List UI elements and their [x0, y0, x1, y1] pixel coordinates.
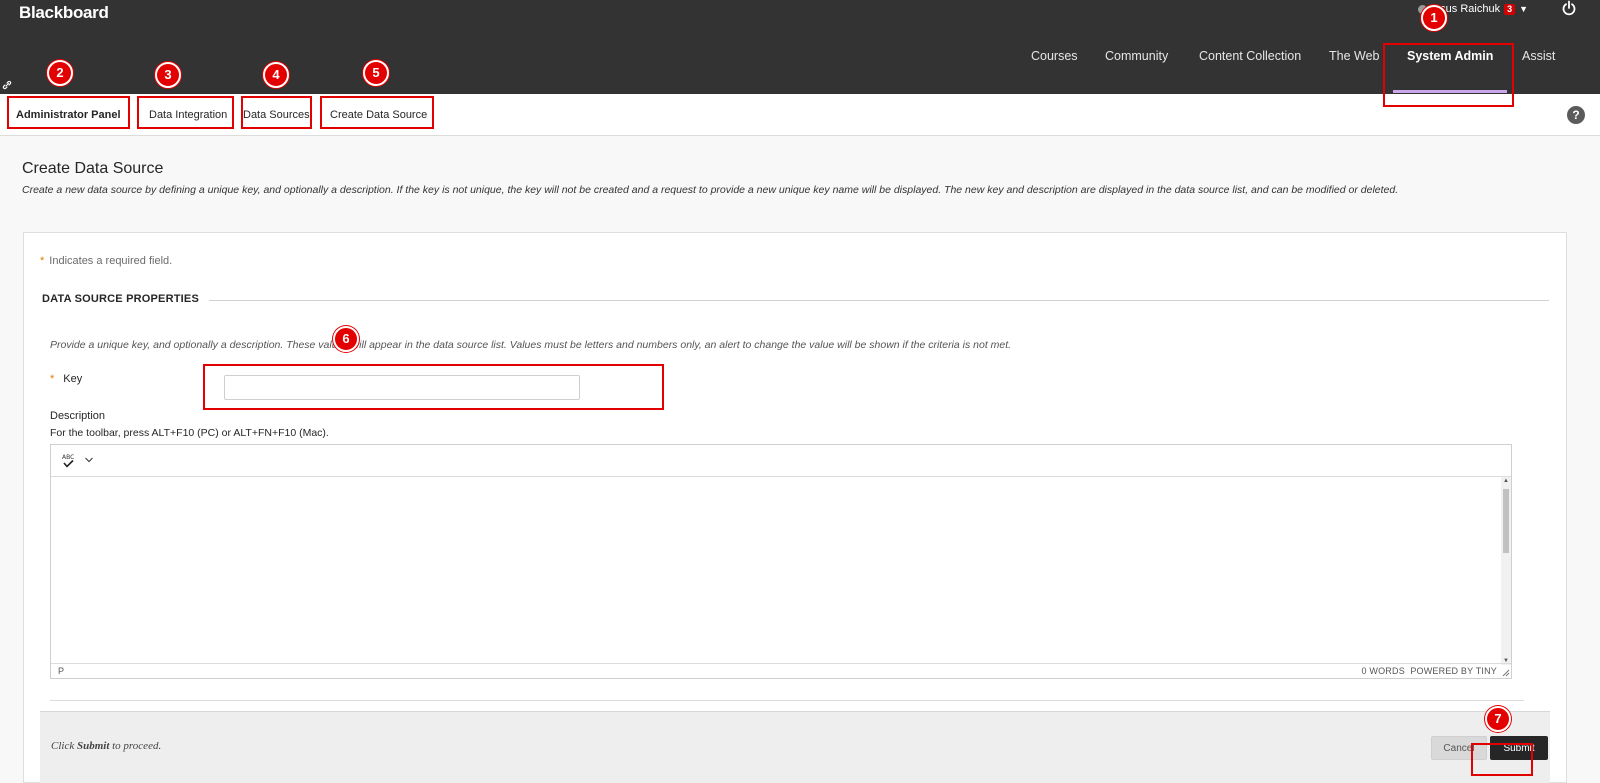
- blackboard-logo[interactable]: Blackboard: [19, 3, 109, 23]
- chevron-down-icon[interactable]: [84, 455, 94, 465]
- key-input[interactable]: [224, 375, 580, 400]
- annotation-marker-5: 5: [363, 60, 389, 86]
- notification-badge[interactable]: 3: [1504, 3, 1516, 15]
- required-star: *: [50, 373, 55, 385]
- breadcrumb: Administrator Panel Data Integration Dat…: [0, 94, 1600, 136]
- key-label-text: Key: [63, 373, 83, 385]
- word-count: 0 WORDS POWERED BY TINY: [1362, 666, 1498, 676]
- form-panel: * Indicates a required field. DATA SOURCE…: [23, 232, 1567, 783]
- page-title: Create Data Source: [22, 160, 164, 177]
- proceed-action: Submit: [76, 740, 110, 752]
- breadcrumb-data-integration[interactable]: Data Integration: [149, 109, 227, 121]
- annotation-marker-2: 2: [47, 60, 73, 86]
- annotation-marker-7: 7: [1485, 706, 1511, 732]
- section-instructions: Provide a unique key, and optionally a d…: [50, 339, 1012, 351]
- svg-text:ABC: ABC: [62, 454, 74, 461]
- description-label: Description: [50, 410, 106, 422]
- required-star: *: [40, 255, 45, 267]
- breadcrumb-data-sources[interactable]: Data Sources: [243, 109, 310, 121]
- annotation-marker-6: 6: [333, 326, 359, 352]
- chevron-down-icon[interactable]: ▼: [1519, 4, 1528, 14]
- breadcrumb-administrator-panel[interactable]: Administrator Panel: [16, 109, 121, 121]
- required-note-text: Indicates a required field.: [49, 255, 173, 267]
- power-icon[interactable]: [1561, 0, 1577, 16]
- proceed-prefix: Click: [51, 740, 75, 752]
- annotation-marker-4: 4: [263, 62, 289, 88]
- proceed-instruction: Click Submit to proceed.: [51, 740, 161, 752]
- link-icon[interactable]: [2, 80, 12, 90]
- nav-system-admin[interactable]: System Admin: [1407, 49, 1493, 63]
- section-title: DATA SOURCE PROPERTIES: [42, 293, 199, 305]
- scrollbar-thumb[interactable]: [1503, 489, 1509, 553]
- page-description: Create a new data source by defining a u…: [22, 184, 1399, 196]
- key-label: * Key: [50, 373, 82, 385]
- annotation-marker-3: 3: [155, 62, 181, 88]
- annotation-marker-1: 1: [1421, 5, 1447, 31]
- element-path[interactable]: P: [58, 666, 64, 676]
- editor-toolbar: ABC: [51, 445, 1511, 477]
- editor-content-area[interactable]: ▲ ▼: [51, 477, 1511, 665]
- active-nav-indicator: [1393, 90, 1507, 93]
- editor-statusbar: P 0 WORDS POWERED BY TINY: [51, 663, 1511, 678]
- powered-by-tiny[interactable]: POWERED BY TINY: [1410, 666, 1497, 676]
- top-header: Blackboard Iesus Raichuk 3 ▼ Courses Com…: [0, 0, 1600, 94]
- nav-assist[interactable]: Assist: [1522, 49, 1555, 63]
- form-divider: [50, 700, 1524, 701]
- editor-scrollbar[interactable]: ▲ ▼: [1501, 477, 1511, 665]
- nav-the-web[interactable]: The Web: [1329, 49, 1380, 63]
- proceed-suffix: to proceed.: [112, 740, 162, 752]
- nav-content-collection[interactable]: Content Collection: [1199, 49, 1301, 63]
- scroll-up-icon[interactable]: ▲: [1503, 478, 1509, 484]
- resize-handle-icon[interactable]: [1502, 669, 1510, 677]
- nav-community[interactable]: Community: [1105, 49, 1168, 63]
- word-count-value: 0 WORDS: [1361, 666, 1405, 676]
- main-nav: Courses Community Content Collection The…: [0, 49, 1600, 69]
- breadcrumb-create-data-source: Create Data Source: [330, 109, 428, 121]
- help-icon[interactable]: ?: [1567, 106, 1585, 124]
- spellcheck-icon[interactable]: ABC: [61, 452, 77, 470]
- description-editor: ABC ▲ ▼ P 0 WORDS POWERED BY TINY: [50, 444, 1512, 679]
- section-divider: [209, 300, 1549, 301]
- required-note: * Indicates a required field.: [40, 255, 172, 267]
- nav-courses[interactable]: Courses: [1031, 49, 1078, 63]
- submit-bar: Click Submit to proceed. Cancel Submit: [40, 711, 1550, 783]
- submit-button[interactable]: Submit: [1490, 736, 1548, 760]
- toolbar-hint: For the toolbar, press ALT+F10 (PC) or A…: [50, 427, 329, 439]
- cancel-button[interactable]: Cancel: [1431, 736, 1487, 760]
